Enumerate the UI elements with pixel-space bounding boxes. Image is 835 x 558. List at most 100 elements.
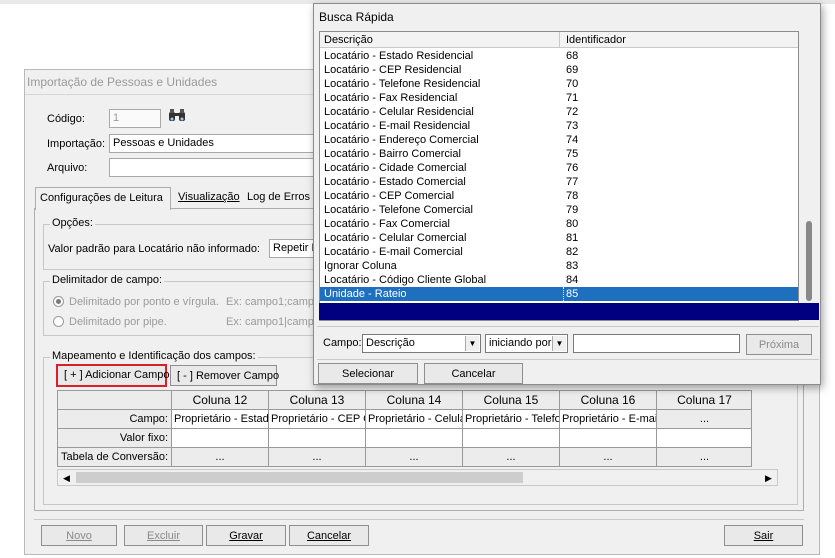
scroll-left-icon[interactable]: ◀ [59, 471, 74, 485]
result-row[interactable]: Locatário - Estado Residencial 68 [320, 49, 798, 63]
grid-campo-cell[interactable]: Proprietário - Telefo [463, 410, 560, 429]
result-identificador: 82 [566, 246, 579, 258]
result-row[interactable]: Unidade - Rateio 85 [320, 287, 798, 301]
binoculars-icon [169, 109, 185, 121]
busca-rapida-dialog: Busca Rápida Descrição Identificador Loc… [313, 3, 821, 385]
grid-conversao-button[interactable]: ... [657, 448, 751, 466]
grid-col-header[interactable]: Coluna 12 [172, 391, 269, 410]
grid-conversao-button[interactable]: ... [463, 448, 560, 466]
grid-col-header[interactable]: Coluna 16 [560, 391, 657, 410]
result-identificador: 71 [566, 92, 579, 104]
chevron-down-icon: ▼ [552, 336, 566, 351]
grid-campo-cell[interactable]: Proprietário - Celular [366, 410, 463, 429]
sair-button[interactable]: Sair [724, 525, 803, 546]
search-input[interactable] [573, 334, 740, 353]
grid-horizontal-scrollbar[interactable]: ◀ ▶ [57, 469, 778, 486]
remover-campo-button[interactable]: [ - ] Remover Campo [170, 365, 279, 386]
grid-valor-fixo-cell[interactable] [366, 429, 463, 448]
adicionar-campo-button[interactable]: [ + ] Adicionar Campo [56, 364, 169, 387]
dialog-divider [317, 359, 819, 360]
match-mode-select[interactable]: iniciando por ▼ [485, 334, 568, 353]
result-row[interactable]: Locatário - Celular Comercial 81 [320, 231, 798, 245]
header-separator [559, 32, 560, 48]
pipe-example: Ex: campo1|camp [226, 316, 314, 328]
grid-valor-fixo-cell[interactable] [269, 429, 366, 448]
result-row[interactable]: Locatário - Código Cliente Global 84 [320, 273, 798, 287]
codigo-field[interactable]: 1 [109, 109, 161, 128]
result-row[interactable]: Locatário - E-mail Residencial 73 [320, 119, 798, 133]
result-row[interactable]: Ignorar Coluna 83 [320, 259, 798, 273]
result-identificador: 76 [566, 162, 579, 174]
dialog-cancelar-button[interactable]: Cancelar [424, 363, 523, 384]
col-descricao-header[interactable]: Descrição [324, 34, 373, 46]
selecionar-button[interactable]: Selecionar [318, 363, 418, 384]
grid-conversao-button[interactable]: ... [172, 448, 269, 466]
scroll-thumb[interactable] [76, 472, 523, 483]
grid-campo-cell[interactable]: ... [657, 410, 751, 429]
result-identificador: 77 [566, 176, 579, 188]
result-descricao: Locatário - Código Cliente Global [324, 274, 487, 286]
result-row[interactable]: Locatário - Telefone Residencial 70 [320, 77, 798, 91]
importacao-field[interactable]: Pessoas e Unidades [109, 134, 329, 153]
grid-valor-fixo-cell[interactable] [657, 429, 751, 448]
result-identificador: 75 [566, 148, 579, 160]
gravar-button[interactable]: Gravar [206, 525, 286, 546]
grid-col-header[interactable]: Coluna 15 [463, 391, 560, 410]
result-row[interactable]: Locatário - Fax Comercial 80 [320, 217, 798, 231]
result-row[interactable]: Locatário - Celular Residencial 72 [320, 105, 798, 119]
grid-row-label: Valor fixo: [58, 429, 172, 448]
opcoes-title: Opções: [50, 217, 95, 229]
importacao-label: Importação: [47, 138, 106, 150]
result-row[interactable]: Locatário - CEP Residencial 69 [320, 63, 798, 77]
tab-label: Log de Erros d [247, 191, 320, 203]
grid-campo-cell[interactable]: Proprietário - E-mail [560, 410, 657, 429]
binoculars-search-icon[interactable] [166, 108, 188, 128]
tab-visualizacao[interactable]: Visualização [174, 187, 240, 208]
grid-col-header[interactable]: Coluna 17 [657, 391, 751, 410]
grid-campo-cell[interactable]: Proprietário - Estado [172, 410, 269, 429]
campo-select[interactable]: Descrição ▼ [362, 334, 481, 353]
grid-valor-fixo-cell[interactable] [172, 429, 269, 448]
scroll-thumb[interactable] [806, 221, 812, 301]
novo-button[interactable]: Novo [41, 525, 117, 546]
result-descricao: Locatário - Telefone Residencial [324, 78, 481, 90]
col-identificador-header[interactable]: Identificador [566, 34, 626, 46]
arquivo-field[interactable] [109, 158, 329, 177]
dialog-divider [317, 326, 819, 327]
cancelar-button[interactable]: Cancelar [289, 525, 369, 546]
codigo-label: Código: [47, 113, 85, 125]
results-vertical-scrollbar[interactable] [801, 31, 818, 303]
excluir-label: Excluir [146, 530, 180, 542]
result-row[interactable]: Locatário - Endereço Comercial 74 [320, 133, 798, 147]
result-row[interactable]: Locatário - E-mail Comercial 82 [320, 245, 798, 259]
result-descricao: Ignorar Coluna [324, 260, 397, 272]
grid-campo-cell[interactable]: Proprietário - CEP C [269, 410, 366, 429]
result-descricao: Locatário - Cidade Comercial [324, 162, 467, 174]
grid-valor-fixo-cell[interactable] [463, 429, 560, 448]
result-row[interactable]: Locatário - Telefone Comercial 79 [320, 203, 798, 217]
excluir-button[interactable]: Excluir [124, 525, 203, 546]
result-identificador: 69 [566, 64, 579, 76]
list-header: Descrição Identificador [320, 32, 798, 48]
result-row[interactable]: Locatário - Fax Residencial 71 [320, 91, 798, 105]
tab-configuracoes-leitura[interactable]: Configurações de Leitura [35, 187, 171, 210]
result-row[interactable]: Locatário - Estado Comercial 77 [320, 175, 798, 189]
grid-conversao-button[interactable]: ... [560, 448, 657, 466]
grid-conversao-button[interactable]: ... [269, 448, 366, 466]
grid-col-header[interactable]: Coluna 13 [269, 391, 366, 410]
proxima-button[interactable]: Próxima [746, 334, 812, 355]
result-identificador: 79 [566, 204, 579, 216]
result-identificador: 83 [566, 260, 579, 272]
result-row[interactable]: Locatário - Bairro Comercial 75 [320, 147, 798, 161]
result-row[interactable]: Locatário - Cidade Comercial 76 [320, 161, 798, 175]
grid-valor-fixo-cell[interactable] [560, 429, 657, 448]
radio-pipe-label: Delimitado por pipe. [69, 316, 167, 328]
result-identificador: 81 [566, 232, 579, 244]
grid-col-header[interactable]: Coluna 14 [366, 391, 463, 410]
result-identificador: 70 [566, 78, 579, 90]
radio-pipe[interactable] [53, 316, 64, 327]
grid-conversao-button[interactable]: ... [366, 448, 463, 466]
scroll-right-icon[interactable]: ▶ [761, 471, 776, 485]
radio-ponto-virgula[interactable] [53, 296, 64, 307]
result-row[interactable]: Locatário - CEP Comercial 78 [320, 189, 798, 203]
